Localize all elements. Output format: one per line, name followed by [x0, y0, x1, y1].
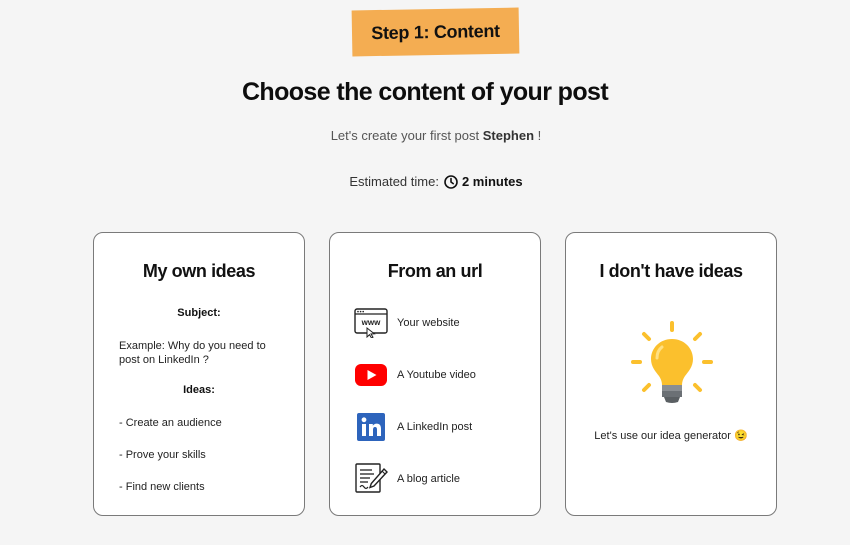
- source-website[interactable]: www Your website: [354, 307, 460, 339]
- source-linkedin[interactable]: A LinkedIn post: [354, 411, 472, 443]
- card-from-url: From an url www Your website A Youtube v…: [329, 232, 541, 516]
- source-label: Your website: [397, 317, 460, 329]
- source-label: A Youtube video: [397, 369, 476, 381]
- card-title: From an url: [387, 261, 483, 281]
- user-name: Stephen: [482, 128, 535, 143]
- subject-example: Example: Why do you need to post on Link…: [119, 340, 266, 366]
- estimated-time: Estimated time: 2 minutes: [0, 174, 850, 189]
- card-title: I don't have ideas: [599, 261, 743, 281]
- idea-item: - Prove your skills: [119, 449, 206, 461]
- youtube-icon: [354, 359, 388, 391]
- generator-text: Let's use our idea generator 😉: [594, 430, 748, 442]
- clock-icon: [444, 174, 458, 189]
- greeting-text: Let's create your first post Stephen !: [0, 128, 850, 143]
- ideas-label: Ideas:: [183, 384, 215, 396]
- blog-article-icon: [354, 463, 388, 495]
- idea-item: - Find new clients: [119, 481, 205, 493]
- card-my-own-ideas[interactable]: My own ideas Subject: Example: Why do yo…: [93, 232, 305, 516]
- greeting-suffix: !: [537, 128, 542, 143]
- www-icon: www: [354, 307, 388, 339]
- idea-item: - Create an audience: [119, 417, 222, 429]
- card-title: My own ideas: [142, 261, 256, 281]
- estimate-label: Estimated time:: [349, 174, 439, 189]
- lightbulb-icon: [630, 321, 714, 412]
- step-badge: Step 1: Content: [351, 7, 520, 57]
- svg-text:www: www: [361, 318, 381, 327]
- source-youtube[interactable]: A Youtube video: [354, 359, 476, 391]
- page-title: Choose the content of your post: [241, 78, 609, 106]
- subject-label: Subject:: [177, 307, 221, 319]
- source-blog-article[interactable]: A blog article: [354, 463, 460, 495]
- source-label: A blog article: [397, 473, 460, 485]
- source-label: A LinkedIn post: [397, 421, 473, 433]
- estimate-value: 2 minutes: [461, 174, 523, 189]
- greeting-prefix: Let's create your first post: [330, 128, 480, 143]
- card-no-ideas[interactable]: I don't have ideas Let's use our idea ge…: [565, 232, 777, 516]
- linkedin-icon: [354, 411, 388, 443]
- step-label: Step 1: Content: [371, 20, 500, 43]
